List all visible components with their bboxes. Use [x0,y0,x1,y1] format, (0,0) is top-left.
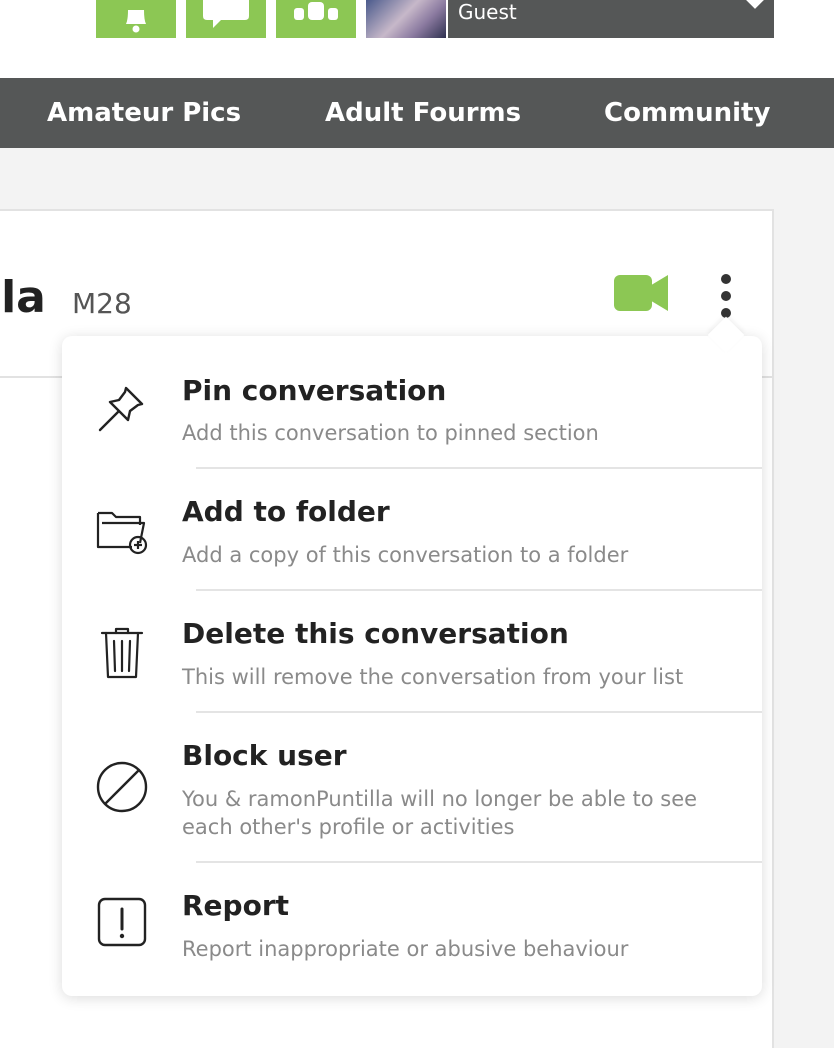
chevron-down-icon [745,0,765,9]
video-call-button[interactable] [612,272,670,314]
trash-icon [100,627,144,679]
menu-item-title: Delete this conversation [182,617,569,650]
menu-item-subtitle: This will remove the conversation from y… [182,665,684,689]
top-bar: Guest [0,0,834,78]
more-dot [721,291,731,301]
menu-item-block-user[interactable]: Block user You & ramonPuntilla will no l… [62,713,762,861]
menu-item-title: Pin conversation [182,374,447,407]
menu-item-add-to-folder[interactable]: Add to folder Add a copy of this convers… [62,469,762,591]
user-menu[interactable]: Guest [448,0,774,38]
community-icon [294,2,338,20]
report-icon [97,897,147,947]
menu-item-title: Report [182,889,290,922]
community-button[interactable] [276,0,356,38]
menu-item-subtitle: Add this conversation to pinned section [182,421,599,445]
conversation-user-name[interactable]: lla [0,268,46,328]
menu-item-title: Add to folder [182,495,390,528]
user-avatar[interactable] [366,0,446,38]
video-camera-icon [614,275,668,311]
menu-item-report[interactable]: Report Report inappropriate or abusive b… [62,863,762,996]
block-icon [96,761,148,813]
nav-item-amateur-pics[interactable]: Amateur Pics [47,78,241,148]
folder-add-icon [96,511,148,555]
menu-item-title: Block user [182,739,347,772]
menu-item-subtitle: Report inappropriate or abusive behaviou… [182,937,629,961]
nav-item-community[interactable]: Community [604,78,770,148]
menu-item-pin-conversation[interactable]: Pin conversation Add this conversation t… [62,336,762,468]
menu-item-subtitle: Add a copy of this conversation to a fol… [182,543,629,567]
more-options-button[interactable] [712,274,740,318]
nav-item-adult-fourms[interactable]: Adult Fourms [325,78,521,148]
pushpin-icon [98,386,144,432]
user-gender-age: M28 [72,287,132,320]
user-name: Guest [458,0,517,24]
notifications-button[interactable] [96,0,176,38]
chat-bubble-icon [203,0,249,28]
more-dot [721,274,731,284]
main-nav: Amateur Pics Adult Fourms Community [0,78,834,148]
menu-item-subtitle: You & ramonPuntilla will no longer be ab… [182,787,698,839]
conversation-options-menu: Pin conversation Add this conversation t… [62,336,762,996]
messages-button[interactable] [186,0,266,38]
menu-item-delete-conversation[interactable]: Delete this conversation This will remov… [62,591,762,713]
bell-icon [126,10,146,33]
